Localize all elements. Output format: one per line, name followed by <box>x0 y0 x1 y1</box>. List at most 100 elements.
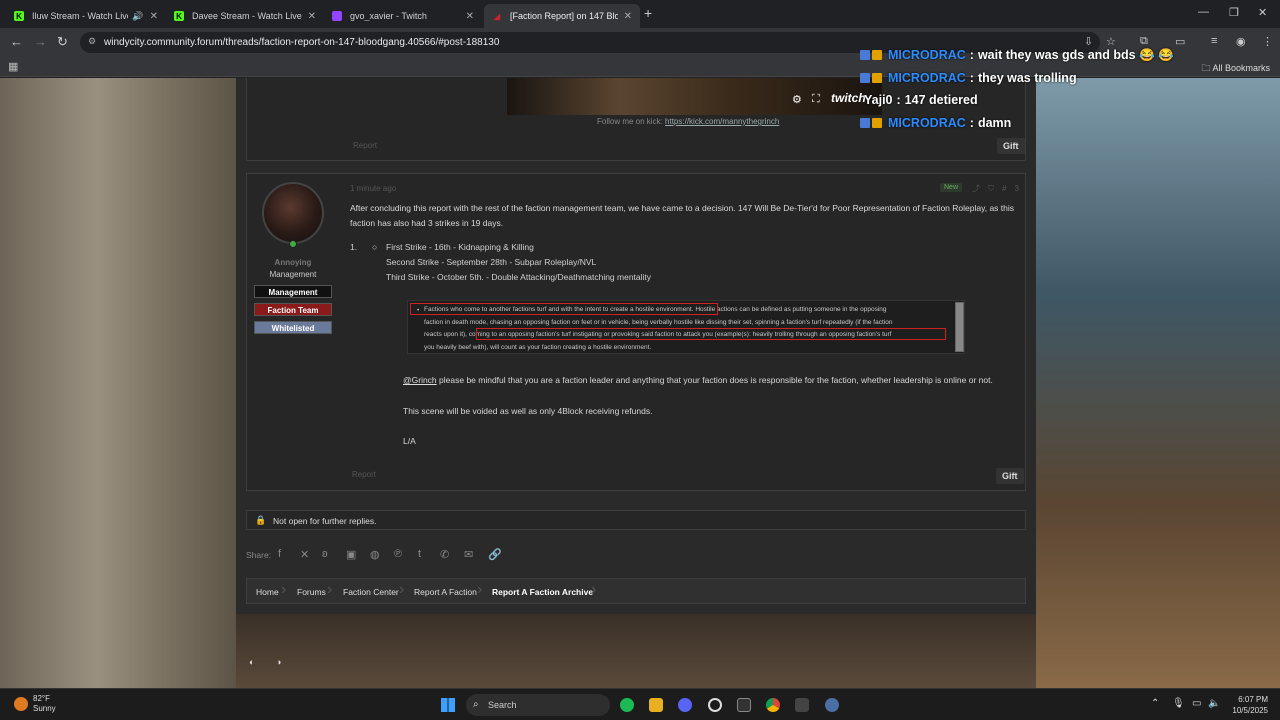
user-title: Management <box>269 270 317 279</box>
signoff: L/A <box>403 436 416 446</box>
avatar[interactable] <box>262 182 324 244</box>
facebook-icon[interactable]: f <box>278 548 281 560</box>
microphone-icon[interactable]: 🎙 <box>1172 698 1185 709</box>
volume-icon[interactable]: 🔈 <box>1208 698 1220 709</box>
pinterest-icon[interactable]: ℗ <box>394 548 402 560</box>
steam-icon[interactable] <box>708 698 722 712</box>
chat-text: wait they was gds and bds 😂 😂 <box>977 47 1174 62</box>
restore-icon[interactable]: ❐ <box>1229 6 1239 19</box>
file-explorer-icon[interactable] <box>649 698 663 712</box>
menu-icon[interactable]: ⋮ <box>1262 35 1273 48</box>
chat-username: MICRODRAC <box>888 48 966 63</box>
close-tab-icon[interactable]: ✕ <box>466 11 474 22</box>
reload-icon[interactable]: ↻ <box>57 34 68 50</box>
close-tab-icon[interactable]: ✕ <box>624 11 632 22</box>
discord-icon[interactable] <box>678 698 692 712</box>
reddit-icon[interactable]: ◍ <box>370 548 380 561</box>
clock-date: 10/5/2025 <box>1232 706 1268 715</box>
bluesky-icon[interactable]: ʚ <box>322 548 328 560</box>
new-badge: New <box>940 183 963 192</box>
link-icon[interactable]: 🔗 <box>488 548 502 561</box>
tab-davee-stream[interactable]: K Davee Stream - Watch Live on I ✕ <box>166 4 324 28</box>
gift-button[interactable]: Gift <box>997 138 1025 154</box>
new-tab-button[interactable]: + <box>644 5 652 21</box>
chat-message: MICRODRAC: damn <box>860 112 1200 135</box>
speaker-icon[interactable]: 🔊 <box>132 11 143 22</box>
username[interactable]: Annoying <box>252 258 334 267</box>
close-tab-icon[interactable]: ✕ <box>308 11 316 22</box>
forum-content: ⚙ ⛶ twitch Follow me on kick: https://ki… <box>236 78 1036 614</box>
breadcrumb-faction-center[interactable]: Faction Center <box>343 587 399 597</box>
kick-icon: K <box>174 11 184 21</box>
background-plaza <box>236 614 1036 688</box>
profile-icon[interactable]: ◉ <box>1236 35 1246 48</box>
breadcrumb-archive[interactable]: Report A Faction Archive <box>492 587 593 597</box>
windows-start-icon[interactable] <box>441 698 455 712</box>
rule-screenshot[interactable]: • Factions who come to another factions … <box>407 300 965 354</box>
fullscreen-icon[interactable]: ⛶ <box>812 93 820 106</box>
weather-sun-icon[interactable] <box>14 697 28 711</box>
mention-paragraph: @Grinch please be mindful that you are a… <box>403 373 1023 388</box>
linkedin-icon[interactable]: ▣ <box>346 548 356 561</box>
theme-toggle-icon[interactable]: ◐ <box>249 657 254 667</box>
media-icon[interactable]: ≡ <box>1211 35 1217 47</box>
spotify-icon[interactable] <box>620 698 634 712</box>
gift-button[interactable]: Gift <box>996 468 1024 484</box>
app-icon[interactable] <box>795 698 809 712</box>
apps-grid-icon[interactable]: ▦ <box>8 60 18 73</box>
folder-icon: 🗀 <box>1201 63 1211 73</box>
tab-twitch[interactable]: gvo_xavier - Twitch ✕ <box>324 4 482 28</box>
kick-link[interactable]: https://kick.com/mannythegrinch <box>665 117 779 126</box>
background-skyline-right <box>1036 78 1280 688</box>
thread-closed-notice: 🔒 Not open for further replies. <box>246 510 1026 530</box>
system-clock[interactable]: 6:07 PM 10/5/2025 <box>1232 694 1268 716</box>
all-bookmarks-button[interactable]: 🗀 All Bookmarks <box>1201 61 1270 77</box>
epic-games-icon[interactable] <box>737 698 751 712</box>
forum-icon: ◢ <box>493 11 501 21</box>
back-icon[interactable]: ← <box>10 34 23 49</box>
tray-overflow-icon[interactable]: ⌃ <box>1151 698 1159 709</box>
share-icon[interactable]: ⤴ <box>972 184 988 193</box>
weather-widget[interactable]: 82°F Sunny <box>33 694 56 714</box>
breadcrumb-forums[interactable]: Forums <box>297 587 326 597</box>
whatsapp-icon[interactable]: ✆ <box>440 548 449 561</box>
chat-message: Yaji0: 147 detiered <box>864 93 978 108</box>
tumblr-icon[interactable]: t <box>418 548 421 560</box>
chat-username: MICRODRAC <box>888 115 966 130</box>
sub-badge-icon <box>860 72 870 83</box>
report-link[interactable]: Report <box>352 470 376 479</box>
post-number[interactable]: #3 <box>1002 184 1027 193</box>
x-icon[interactable]: ✕ <box>300 548 309 561</box>
settings-icon[interactable]: ⚙ <box>792 93 802 106</box>
forward-icon[interactable]: → <box>34 34 47 49</box>
online-indicator-icon <box>289 240 297 248</box>
site-info-icon[interactable]: ⚙ <box>88 36 96 47</box>
tab-iluw-stream[interactable]: K Iluw Stream - Watch Live on 🔊 ✕ <box>6 4 166 28</box>
display-icon[interactable]: ▭ <box>1192 698 1201 709</box>
chat-username: Yaji0 <box>864 93 893 108</box>
style-chooser-icon[interactable]: ◑ <box>276 657 281 667</box>
email-icon[interactable]: ✉ <box>464 548 473 561</box>
user-mention-link[interactable]: @Grinch <box>403 375 437 385</box>
follow-text: Follow me on kick: <box>597 117 663 126</box>
weather-desc: Sunny <box>33 704 56 713</box>
post-actions: ⤴⛉#3 <box>972 183 1027 194</box>
chrome-icon[interactable] <box>766 698 780 712</box>
bookmark-icon[interactable]: ⛉ <box>988 184 1002 193</box>
report-link[interactable]: Report <box>353 141 377 150</box>
breadcrumb-home[interactable]: Home <box>256 587 279 597</box>
tab-faction-report[interactable]: ◢ [Faction Report] on 147 BloodG ✕ <box>484 4 640 28</box>
settings-app-icon[interactable] <box>825 698 839 712</box>
taskbar-search[interactable]: ⌕ Search <box>466 694 610 716</box>
minimize-icon[interactable]: — <box>1198 6 1209 18</box>
post-timestamp[interactable]: 1 minute ago <box>350 184 396 193</box>
breadcrumb-report-a-faction[interactable]: Report A Faction <box>414 587 477 597</box>
close-tab-icon[interactable]: ✕ <box>150 11 158 22</box>
kick-icon: K <box>14 11 24 21</box>
share-label: Share: <box>246 550 272 560</box>
url-text: windycity.community.forum/threads/factio… <box>104 37 500 48</box>
close-window-icon[interactable]: ✕ <box>1258 6 1267 19</box>
post-intro: After concluding this report with the re… <box>350 203 1015 228</box>
windows-taskbar: 82°F Sunny ⌕ Search ⌃ 🎙 ▭ 🔈 6:07 PM 10/5… <box>0 688 1280 720</box>
chevron-right-icon: › <box>281 581 287 598</box>
